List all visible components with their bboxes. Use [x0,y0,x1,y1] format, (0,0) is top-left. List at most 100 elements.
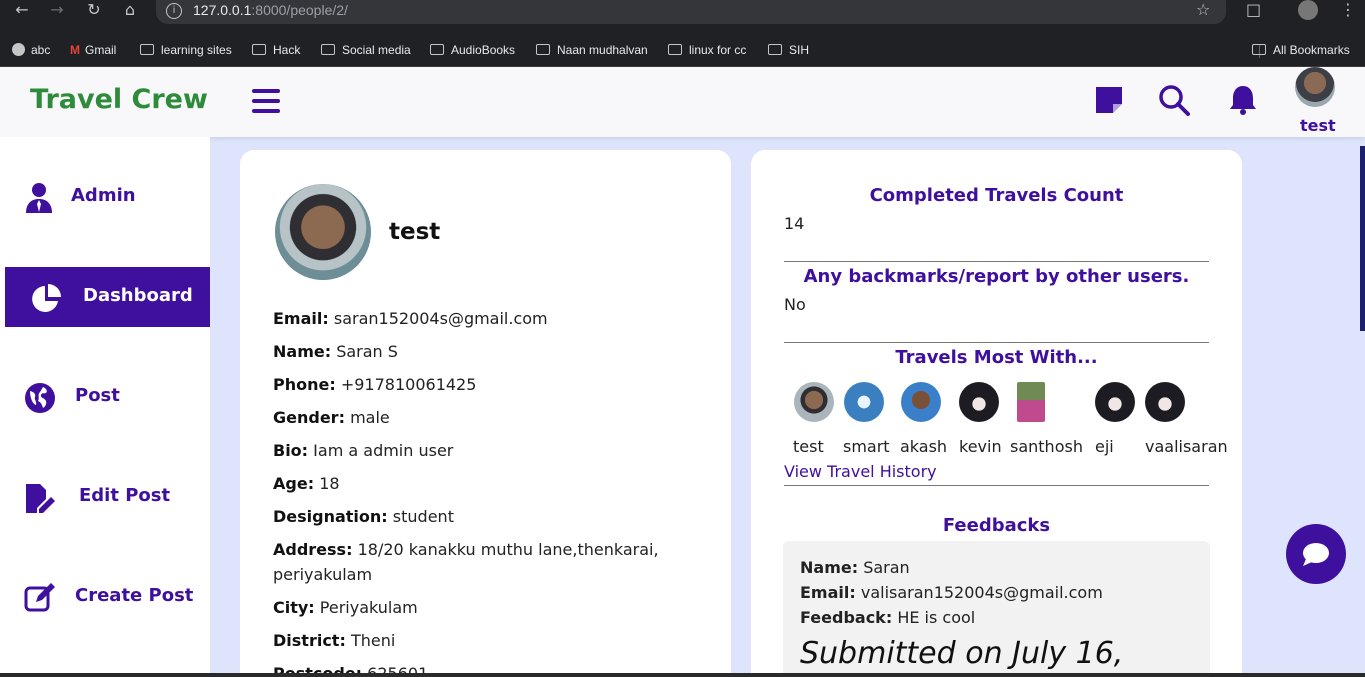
profile-name: test [389,219,441,245]
pen-square-icon [24,583,55,612]
feedbacks-title: Feedbacks [942,515,1051,536]
folder-icon [768,44,782,55]
companion-name[interactable]: test [793,437,824,456]
bookmark-folder[interactable]: SIH [768,39,809,61]
travels-most-with-title: Travels Most With... [895,347,1098,368]
feedback-date: Submitted on July 16, [800,636,1124,671]
profile-field-phone: Phone: +917810061425 [273,375,477,394]
divider [784,342,1209,343]
user-avatar[interactable] [1295,67,1335,107]
address-bar[interactable]: i 127.0.0.1:8000/people/2/ [156,0,1226,24]
taskbar-strip [0,673,1365,677]
sidebar-item-create-post[interactable]: Create Post [5,567,210,627]
reports-title: Any backmarks/report by other users. [803,266,1190,287]
completed-travels-value: 14 [784,214,805,233]
file-edit-icon [26,484,55,513]
companion-avatar[interactable] [1145,382,1185,422]
sidebar-item-dashboard[interactable]: Dashboard [5,267,210,327]
home-icon[interactable]: ⌂ [118,0,142,20]
bookmark-abc[interactable]: abc [12,39,50,61]
extensions-icon[interactable]: □ [1246,0,1261,20]
hamburger-menu-icon[interactable] [252,89,280,115]
stats-card: Completed Travels Count 14 Any backmarks… [751,150,1242,677]
profile-field-gender: Gender: male [273,408,390,427]
sidebar: Admin Dashboard Post Edit Post Create Po… [0,137,210,677]
companion-avatar[interactable] [1017,382,1045,422]
sidebar-item-edit-post[interactable]: Edit Post [5,467,210,527]
menu-icon[interactable]: ⋮ [1340,0,1356,20]
profile-field-email: Email: saran152004s@gmail.com [273,309,548,328]
companion-name[interactable]: eji [1095,437,1114,456]
reload-icon[interactable]: ↻ [82,0,106,20]
companion-avatar[interactable] [959,382,999,422]
companion-name[interactable]: kevin [959,437,1002,456]
back-icon[interactable]: ← [10,0,34,20]
user-tie-icon [26,183,52,213]
brand-logo[interactable]: Travel Crew [30,84,208,115]
folder-icon [140,44,154,55]
sidebar-item-label: Dashboard [83,285,193,306]
feedback-text: Feedback: HE is cool [800,608,976,627]
folder-icon [536,44,550,55]
gmail-icon: M [70,43,80,57]
companion-name[interactable]: akash [900,437,947,456]
companion-avatar[interactable] [844,382,884,422]
folder-icon [252,44,266,55]
site-info-icon[interactable]: i [166,3,182,19]
companion-name[interactable]: vaalisaran [1145,437,1228,456]
browser-toolbar: ← → ↻ ⌂ i 127.0.0.1:8000/people/2/ ☆ □ ⋮ [0,0,1365,34]
app-header: Travel Crew test [0,67,1365,137]
bookmark-folder[interactable]: learning sites [140,39,232,61]
profile-field-designation: Designation: student [273,507,454,526]
bookmark-folder[interactable]: Naan mudhalvan [536,39,648,61]
profile-field-age: Age: 18 [273,474,340,493]
divider [784,261,1209,262]
search-icon[interactable] [1158,84,1190,116]
feedback-email: Email: valisaran152004s@gmail.com [800,583,1103,602]
bookmark-folder[interactable]: linux for cc [668,39,746,61]
chat-button[interactable] [1286,524,1346,584]
all-bookmarks[interactable]: All Bookmarks [1252,39,1350,61]
folder-icon [430,44,444,55]
note-icon[interactable] [1093,84,1125,116]
companion-avatar[interactable] [901,382,941,422]
bookmark-star-icon[interactable]: ☆ [1196,0,1210,20]
sidebar-item-admin[interactable]: Admin [5,167,210,227]
profile-field-bio: Bio: Iam a admin user [273,441,454,460]
companion-avatar[interactable] [1095,382,1135,422]
bookmark-folder[interactable]: Hack [252,39,300,61]
profile-avatar [275,184,371,280]
feedback-item: Name: Saran Email: valisaran152004s@gmai… [783,541,1210,677]
chat-bubble-icon [1303,543,1329,566]
forward-icon[interactable]: → [45,0,69,20]
sidebar-item-label: Post [75,385,120,406]
header-username[interactable]: test [1300,116,1336,135]
bookmark-gmail[interactable]: M Gmail [70,39,116,61]
reports-value: No [784,295,806,314]
sidebar-item-label: Admin [71,185,136,206]
profile-avatar-icon[interactable] [1298,0,1318,20]
bell-icon[interactable] [1227,84,1259,116]
scrollbar[interactable] [1360,146,1365,331]
sidebar-item-label: Create Post [75,585,194,606]
bookmarks-bar: abc M Gmail learning sites Hack Social me… [0,34,1365,67]
companion-name[interactable]: smart [843,437,890,456]
profile-card: test Email: saran152004s@gmail.com Name:… [240,150,731,677]
sidebar-item-post[interactable]: Post [5,367,210,427]
sidebar-item-label: Edit Post [79,485,171,506]
feedback-name: Name: Saran [800,558,910,577]
url-text: 127.0.0.1:8000/people/2/ [193,2,348,18]
pie-chart-icon [32,284,61,312]
bookmark-folder[interactable]: Social media [321,39,411,61]
folder-icon [668,44,682,55]
folder-icon [321,44,335,55]
profile-field-address: Address: 18/20 kanakku muthu lane,thenka… [273,540,659,584]
companion-name[interactable]: santhosh [1010,437,1083,456]
companion-avatar[interactable] [794,382,834,422]
completed-travels-title: Completed Travels Count [869,185,1124,206]
profile-field-name: Name: Saran S [273,342,398,361]
view-travel-history-link[interactable]: View Travel History [784,462,937,481]
globe-icon [25,383,55,413]
bookmark-folder[interactable]: AudioBooks [430,39,515,61]
globe-icon [12,43,25,56]
